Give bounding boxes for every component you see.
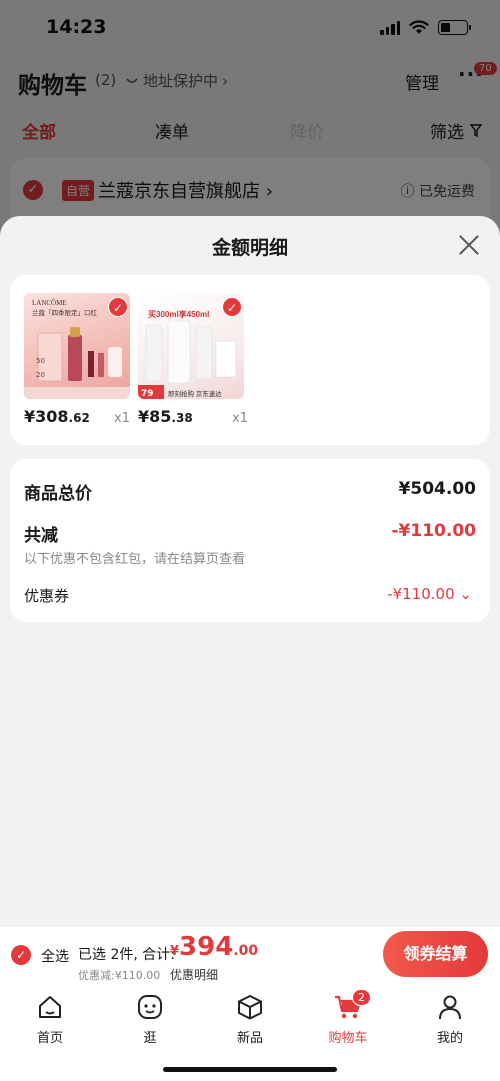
tab-mine[interactable]: 我的	[410, 991, 490, 1046]
checkout-discount: 优惠减:¥110.00	[78, 969, 161, 982]
cart-badge: 2	[352, 989, 371, 1006]
bottom-tabbar: 首页 逛 新品 2 购物车 我的	[0, 983, 500, 1081]
svg-text:50: 50	[36, 357, 45, 365]
tab-cart[interactable]: 2 购物车	[308, 989, 388, 1046]
product-item[interactable]: LANCÔME 兰蔻「四季限定」口红 50 20 ✓ ¥308.62 x1	[24, 293, 132, 426]
svg-text:即刻抢购 京东速达: 即刻抢购 京东速达	[168, 389, 222, 398]
selected-check-icon: ✓	[108, 297, 128, 317]
discount-detail-link[interactable]: 优惠明细	[170, 966, 218, 983]
select-all-check-icon[interactable]: ✓	[11, 945, 31, 965]
coupon-value[interactable]: -¥110.00 ⌄	[387, 585, 472, 603]
svg-text:买300ml享450ml: 买300ml享450ml	[148, 309, 209, 319]
svg-text:LANCÔME: LANCÔME	[32, 299, 67, 307]
selected-summary: 已选 2件, 合计:	[78, 947, 175, 963]
close-icon[interactable]	[458, 234, 480, 256]
tab-new-label: 新品	[236, 1031, 263, 1046]
svg-text:79: 79	[141, 389, 154, 399]
discount-note: 以下优惠不包含红包，请在结算页查看	[24, 552, 246, 567]
product-price: ¥308.62	[24, 407, 90, 426]
browse-icon	[138, 995, 162, 1019]
svg-text:20: 20	[36, 371, 45, 379]
tab-browse[interactable]: 逛	[110, 991, 190, 1046]
total-value: ¥504.00	[398, 479, 476, 499]
coupon-label: 优惠券	[24, 587, 70, 605]
tab-home[interactable]: 首页	[10, 991, 90, 1046]
sheet-title: 金额明细	[211, 237, 288, 259]
tab-new[interactable]: 新品	[210, 991, 290, 1046]
tab-cart-label: 购物车	[328, 1031, 368, 1046]
product-item[interactable]: 买300ml享450ml 79 即刻抢购 京东速达 ✓ ¥85.38 x1	[138, 293, 248, 426]
home-icon	[39, 996, 61, 1018]
total-label: 商品总价	[24, 484, 92, 504]
chevron-down-icon: ⌄	[459, 585, 472, 603]
home-indicator	[163, 1067, 337, 1072]
user-icon	[439, 995, 461, 1020]
svg-text:兰蔻「四季限定」口红: 兰蔻「四季限定」口红	[32, 308, 98, 317]
tab-browse-label: 逛	[143, 1031, 157, 1046]
tab-mine-label: 我的	[436, 1031, 463, 1046]
product-qty: x1	[114, 411, 130, 426]
checkout-button[interactable]: 领券结算	[383, 931, 488, 977]
price-detail-card: 商品总价 ¥504.00 共减 -¥110.00 以下优惠不包含红包，请在结算页…	[10, 459, 490, 622]
reduce-value: -¥110.00	[391, 521, 477, 541]
products-card: LANCÔME 兰蔻「四季限定」口红 50 20 ✓ ¥308.62 x1 买3…	[10, 275, 490, 445]
new-box-icon	[238, 995, 262, 1020]
selected-check-icon: ✓	[222, 297, 242, 317]
product-price: ¥85.38	[138, 407, 193, 426]
product-image: LANCÔME 兰蔻「四季限定」口红 50 20 ✓	[24, 293, 130, 399]
checkout-bar: ✓ 全选 已选 2件, 合计: ¥394.00 优惠减:¥110.00 优惠明细…	[0, 927, 500, 983]
select-all-label[interactable]: 全选	[41, 946, 69, 966]
product-qty: x1	[232, 411, 248, 426]
tab-home-label: 首页	[36, 1031, 63, 1046]
checkout-total: ¥394.00	[170, 932, 259, 962]
product-image: 买300ml享450ml 79 即刻抢购 京东速达 ✓	[138, 293, 244, 399]
reduce-label: 共减	[24, 526, 58, 546]
